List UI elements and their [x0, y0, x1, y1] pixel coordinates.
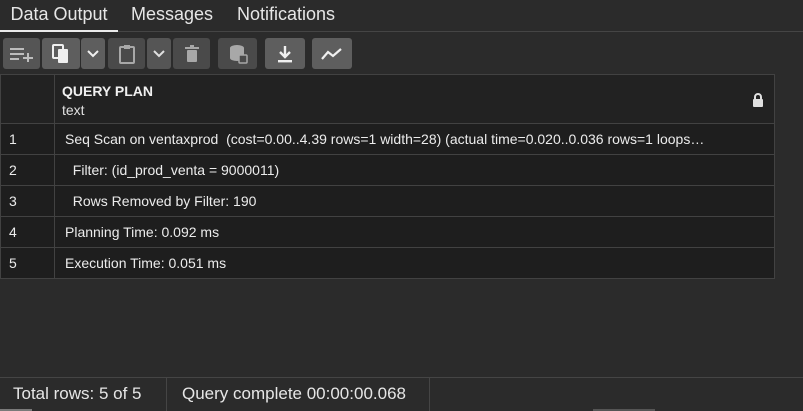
download-icon [277, 45, 293, 63]
chevron-down-icon [153, 49, 165, 58]
graph-visualiser-icon [321, 47, 343, 61]
row-number[interactable]: 4 [1, 217, 55, 247]
column-name[interactable]: QUERY PLAN [62, 83, 153, 99]
tab-data-output[interactable]: Data Output [0, 0, 118, 32]
table-row[interactable]: 4 Planning Time: 0.092 ms [0, 217, 775, 248]
add-row-button[interactable] [3, 38, 40, 69]
row-number[interactable]: 3 [1, 186, 55, 216]
table-row[interactable]: 2 Filter: (id_prod_venta = 9000011) [0, 155, 775, 186]
paste-options-dropdown[interactable] [147, 38, 171, 69]
delete-icon [184, 44, 200, 63]
query-status-label: Query complete 00:00:00.068 [182, 384, 406, 403]
row-number[interactable]: 5 [1, 248, 55, 278]
table-cell[interactable]: Filter: (id_prod_venta = 9000011) [56, 155, 774, 185]
row-number[interactable]: 1 [1, 124, 55, 154]
copy-options-dropdown[interactable] [81, 38, 105, 69]
table-row[interactable]: 1 Seq Scan on ventaxprod (cost=0.00..4.3… [0, 124, 775, 155]
status-divider [429, 378, 430, 411]
copy-icon [52, 43, 70, 64]
save-data-icon [228, 44, 248, 64]
delete-button[interactable] [173, 38, 210, 69]
grid-header: QUERY PLAN text [0, 74, 775, 125]
row-number-header[interactable] [1, 75, 55, 125]
add-row-icon [9, 46, 35, 62]
table-row[interactable]: 3 Rows Removed by Filter: 190 [0, 186, 775, 217]
result-tabs: Data Output Messages Notifications [0, 0, 803, 32]
paste-icon [118, 44, 136, 64]
chevron-down-icon [87, 49, 99, 58]
row-number[interactable]: 2 [1, 155, 55, 185]
total-rows-label: Total rows: 5 of 5 [13, 384, 142, 403]
status-divider [166, 378, 167, 411]
save-data-button[interactable] [218, 38, 257, 69]
table-cell[interactable]: Execution Time: 0.051 ms [56, 248, 774, 278]
column-type: text [62, 102, 85, 118]
table-row[interactable]: 5 Execution Time: 0.051 ms [0, 248, 775, 279]
paste-button[interactable] [108, 38, 145, 69]
graph-visualiser-button[interactable] [312, 38, 352, 69]
copy-button[interactable] [42, 38, 80, 69]
table-cell[interactable]: Rows Removed by Filter: 190 [56, 186, 774, 216]
lock-icon [752, 93, 764, 112]
status-bar: Total rows: 5 of 5 Query complete 00:00:… [0, 377, 803, 411]
table-cell[interactable]: Seq Scan on ventaxprod (cost=0.00..4.39 … [56, 124, 774, 154]
data-toolbar [0, 33, 803, 74]
table-cell[interactable]: Planning Time: 0.092 ms [56, 217, 774, 247]
download-button[interactable] [265, 38, 305, 69]
tab-messages[interactable]: Messages [131, 0, 213, 32]
tab-notifications[interactable]: Notifications [237, 0, 335, 32]
